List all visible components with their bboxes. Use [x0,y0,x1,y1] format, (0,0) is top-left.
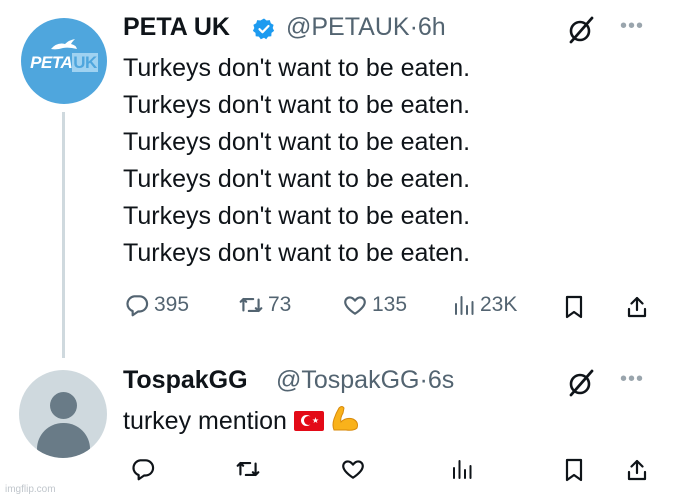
turkey-flag-icon: ★ [293,411,324,431]
views-chart-icon [455,296,474,315]
bookmark-icon [565,458,583,482]
reply-icon [132,459,155,481]
retweet-icon [236,461,260,477]
thread-connector-line [62,112,65,358]
avatar-default[interactable] [19,370,107,458]
rabbit-logo-icon [51,39,77,50]
share-icon [627,296,647,318]
tweet-text-line: Turkeys don't want to be eaten. [123,54,471,82]
heart-icon [344,296,366,315]
handle[interactable]: @TospakGG [276,366,419,394]
share-button[interactable] [624,457,650,483]
bookmark-icon [565,295,583,319]
tweet-text: turkey mention ★ [123,403,360,440]
grok-icon[interactable] [566,368,596,398]
display-name[interactable]: TospakGG [123,366,248,395]
share-icon [627,459,647,481]
tweet-header-meta: @PETAUK·6h [286,13,446,42]
reply-button[interactable] [130,456,156,482]
timestamp[interactable]: 6h [418,13,446,41]
bookmark-button[interactable] [562,457,586,483]
timestamp[interactable]: 6s [428,366,454,394]
retweet-button[interactable] [235,456,261,482]
more-options-icon[interactable]: ••• [620,368,644,391]
share-button[interactable] [624,294,650,320]
tweet-text-line: Turkeys don't want to be eaten. [123,91,471,119]
tweet-text-content: turkey mention [123,407,287,435]
retweet-icon [239,297,263,313]
tweet-text-line: Turkeys don't want to be eaten. [123,128,471,156]
avatar-head-shape [50,392,77,419]
display-name[interactable]: PETA UK [123,13,230,42]
bookmark-button[interactable] [562,294,586,320]
like-count: 135 [372,293,408,316]
verified-badge-icon [252,18,275,40]
peta-logo-text: PETAUK [30,53,98,72]
views-button[interactable] [450,456,474,482]
separator-dot: · [409,13,418,41]
tweet-text-line: Turkeys don't want to be eaten. [123,165,471,193]
more-options-icon[interactable]: ••• [620,15,644,38]
avatar-body-shape [37,423,90,458]
handle[interactable]: @PETAUK [286,13,410,41]
watermark: imgflip.com [5,484,56,495]
tweet-header-meta: @TospakGG·6s [276,366,454,395]
like-button[interactable]: 135 [342,292,407,318]
reply-icon [126,295,149,317]
tweet-text-line: Turkeys don't want to be eaten. [123,202,471,230]
heart-icon [342,460,364,479]
separator-dot: · [419,366,428,394]
retweet-count: 73 [268,293,292,316]
tweet-text-line: Turkeys don't want to be eaten. [123,239,471,267]
grok-icon[interactable] [566,15,596,45]
retweet-button[interactable]: 73 [238,292,291,318]
tweet-text: Turkeys don't want to be eaten. Turkeys … [123,50,470,272]
avatar-peta-uk[interactable]: PETAUK [21,18,107,104]
views-chart-icon [453,460,472,479]
views-button[interactable]: 23K [452,292,517,318]
reply-button[interactable]: 395 [124,292,189,318]
view-count: 23K [480,293,518,316]
flexed-biceps-icon [332,406,358,431]
reply-count: 395 [154,293,190,316]
like-button[interactable] [340,456,366,482]
